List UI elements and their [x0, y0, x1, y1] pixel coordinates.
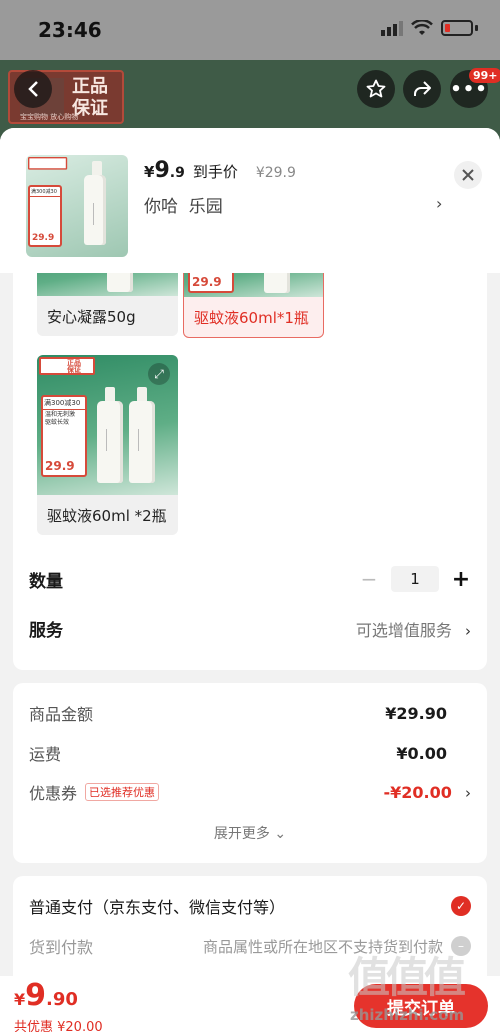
quantity-label: 数量 — [29, 571, 63, 592]
status-time: 23:46 — [38, 18, 102, 42]
normal-pay-row[interactable]: 普通支付（京东支付、微信支付等） ✓ — [29, 894, 471, 918]
status-bar: 23:46 — [0, 0, 500, 60]
chevron-down-icon: ⌄ — [274, 826, 287, 842]
thumb-badge — [28, 157, 68, 170]
authentic-mini-badge: 正品 保证 — [39, 357, 95, 375]
total-decimal: .90 — [46, 989, 78, 1010]
price-tag-label: 到手价 — [192, 163, 238, 181]
variant-promo-price: 29.9 — [192, 275, 222, 289]
bottle-image — [84, 161, 106, 245]
chevron-left-icon — [28, 81, 38, 97]
original-price: ¥29.9 — [255, 165, 296, 181]
decrease-button[interactable]: − — [359, 567, 379, 591]
share-button[interactable] — [403, 70, 441, 108]
total-price: ¥ 9 .90 — [14, 978, 78, 1013]
increase-button[interactable]: + — [451, 567, 471, 592]
disabled-radio-icon: – — [451, 936, 471, 956]
quantity-row: 数量 − 1 + — [29, 566, 471, 592]
chevron-right-icon[interactable]: › — [436, 194, 442, 213]
variant-promo-card: 满300减30 温和无刺激 驱蚊长效 29.9 — [41, 395, 87, 477]
bottom-bar: ¥ 9 .90 共优惠 ¥20.00 提交订单 — [0, 976, 500, 1032]
variant-label: 驱蚊液60ml*1瓶 — [194, 308, 309, 327]
authentic-badge-sub: 宝宝购物 放心购物 — [20, 113, 79, 121]
coupon-tag: 已选推荐优惠 — [85, 783, 160, 801]
signal-icon — [381, 21, 403, 36]
variant-promo-top: 满300减30 — [43, 397, 85, 410]
thumb-promo-price: 29.9 — [32, 233, 55, 243]
quantity-input[interactable]: 1 — [391, 566, 439, 592]
variant-promo-lines: 温和无刺激 驱蚊长效 — [45, 411, 76, 426]
variant-tile-spray-2[interactable]: 正品 保证 满300减30 温和无刺激 驱蚊长效 29.9 ⤢ 驱蚊液60ml … — [37, 355, 178, 535]
authentic-mini-badge-text: 正品 保证 — [67, 359, 81, 374]
status-icons — [381, 20, 478, 36]
goods-amount-row: 商品金额 ¥29.90 — [29, 701, 471, 725]
bottle-label — [106, 429, 114, 451]
service-label: 服务 — [29, 621, 63, 641]
sku-price-row: ¥ 9 .9 到手价 ¥29.9 — [144, 158, 296, 183]
delivery-address[interactable]: 你哈 乐园 — [144, 192, 223, 217]
variant-label: 驱蚊液60ml *2瓶 — [47, 506, 167, 525]
favorite-button[interactable] — [357, 70, 395, 108]
thumb-promo-card: 满300减30 29.9 — [28, 185, 62, 247]
shipping-label: 运费 — [29, 745, 62, 764]
wifi-icon — [411, 20, 433, 35]
coupon-label-wrap: 优惠券 已选推荐优惠 — [29, 780, 160, 804]
cod-label: 货到付款 — [29, 938, 94, 957]
bottle-image — [129, 387, 155, 483]
bottle-label — [138, 429, 146, 451]
check-icon[interactable]: ✓ — [451, 896, 471, 916]
total-integer: 9 — [25, 978, 47, 1013]
sku-header: 满300减30 29.9 ¥ 9 .9 到手价 ¥29.9 你哈 乐园 › — [0, 128, 500, 273]
shipping-value: ¥0.00 — [396, 743, 447, 763]
notification-count-badge: 99+ — [469, 68, 500, 83]
share-icon — [414, 81, 431, 96]
price-decimal: .9 — [169, 165, 185, 181]
sku-sheet: 满300减30 29.9 ¥ 9 .9 到手价 ¥29.9 你哈 乐园 › 安心… — [0, 128, 500, 1032]
price-integer: 9 — [154, 158, 170, 183]
goods-amount-label: 商品金额 — [29, 705, 94, 724]
star-icon — [366, 79, 386, 98]
back-button[interactable] — [14, 70, 52, 108]
chevron-right-icon: › — [465, 783, 471, 802]
service-value-wrap: 可选增值服务 › — [356, 617, 471, 641]
chevron-right-icon: › — [465, 621, 471, 640]
expand-more-label: 展开更多 — [213, 826, 270, 842]
sku-thumbnail[interactable]: 满300减30 29.9 — [26, 155, 128, 257]
bottle-label — [93, 203, 101, 225]
shipping-row: 运费 ¥0.00 — [29, 741, 471, 765]
expand-more-button[interactable]: 展开更多 ⌄ — [13, 823, 487, 843]
coupon-value-wrap: -¥20.00 › — [384, 783, 471, 802]
coupon-row[interactable]: 优惠券 已选推荐优惠 -¥20.00 › — [29, 780, 471, 804]
total-discount: 共优惠 ¥20.00 — [14, 1020, 103, 1032]
variant-label: 安心凝露50g — [47, 307, 136, 326]
variant-promo-price: 29.9 — [45, 459, 75, 473]
cod-row: 货到付款 商品属性或所在地区不支持货到付款 – — [29, 934, 471, 958]
close-icon — [462, 169, 474, 181]
expand-icon[interactable]: ⤢ — [148, 363, 170, 385]
price-currency: ¥ — [144, 163, 155, 181]
normal-pay-label: 普通支付（京东支付、微信支付等） — [29, 898, 286, 917]
battery-cap — [475, 25, 478, 31]
variant-image: 正品 保证 满300减30 温和无刺激 驱蚊长效 29.9 ⤢ — [37, 355, 178, 495]
service-row[interactable]: 服务 可选增值服务 › — [29, 616, 471, 642]
coupon-value: -¥20.00 — [383, 782, 452, 802]
cod-note: 商品属性或所在地区不支持货到付款 — [202, 937, 443, 956]
total-currency: ¥ — [14, 990, 26, 1009]
thumb-promo-top: 满300减30 — [30, 187, 60, 197]
coupon-label: 优惠券 — [29, 784, 78, 803]
battery-icon — [441, 20, 473, 36]
bottle-image — [97, 387, 123, 483]
goods-amount-value: ¥29.90 — [385, 703, 447, 723]
price-summary-card: 商品金额 ¥29.90 运费 ¥0.00 优惠券 已选推荐优惠 -¥20.00 … — [13, 683, 487, 863]
close-button[interactable] — [454, 161, 482, 189]
service-value: 可选增值服务 — [355, 620, 452, 640]
quantity-stepper: − 1 + — [359, 566, 471, 592]
submit-order-button[interactable]: 提交订单 — [354, 984, 488, 1028]
